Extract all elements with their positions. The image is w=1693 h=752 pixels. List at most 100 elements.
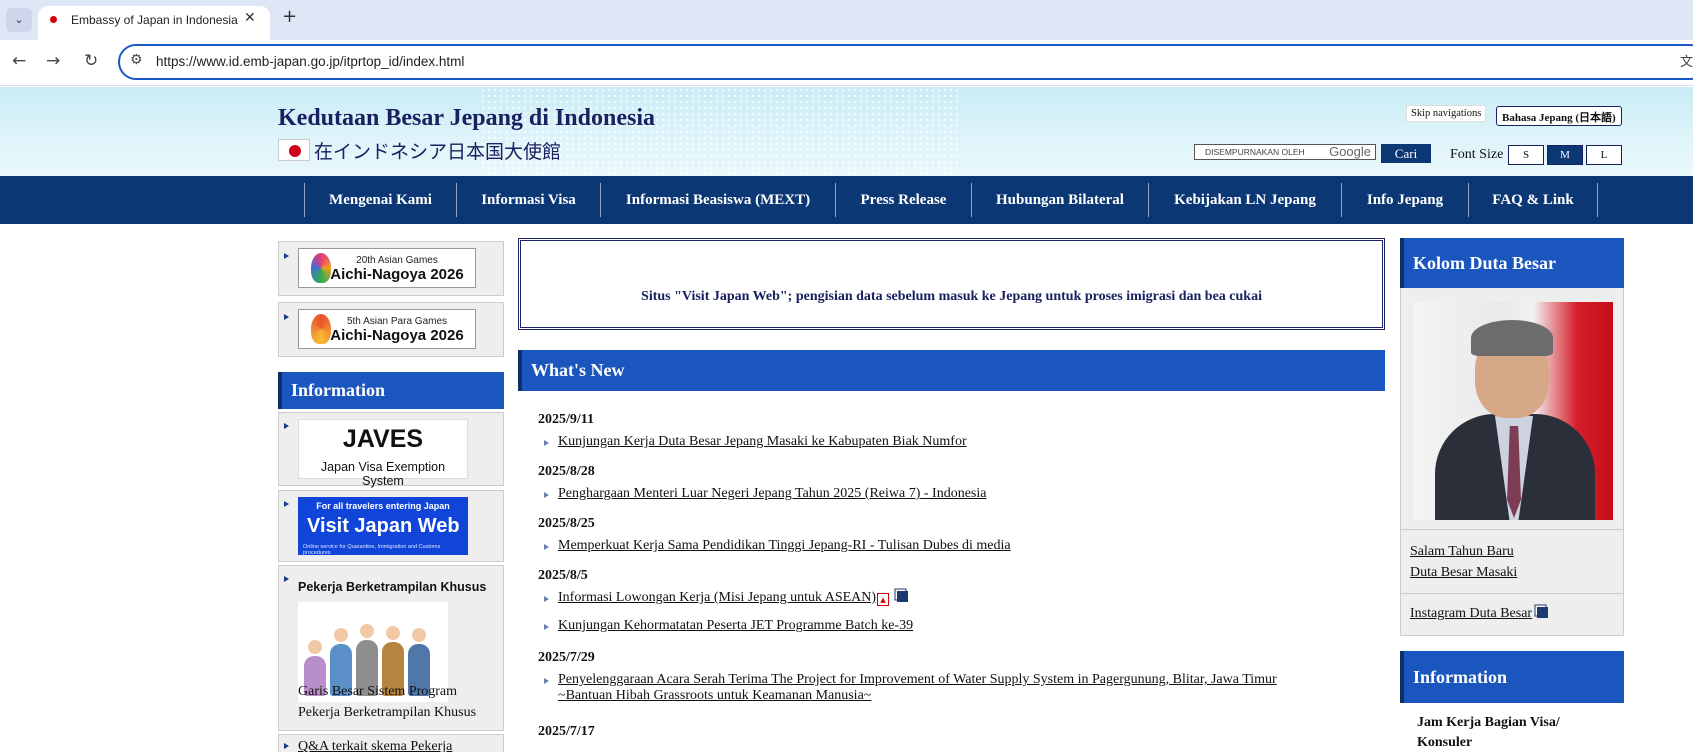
visa-hours-line1: Jam Kerja Bagian Visa/ bbox=[1417, 715, 1560, 730]
browser-tab[interactable]: Embassy of Japan in Indonesia ✕ bbox=[38, 6, 270, 40]
bullet-arrow-icon bbox=[284, 576, 289, 582]
main-navigation: Mengenai Kami Informasi Visa Informasi B… bbox=[0, 176, 1693, 224]
pdf-icon: ▲ bbox=[877, 593, 890, 606]
font-size-medium-button[interactable]: M bbox=[1547, 145, 1583, 165]
divider bbox=[1401, 593, 1623, 594]
nav-item-faq-link[interactable]: FAQ & Link bbox=[1469, 176, 1597, 224]
bullet-arrow-icon bbox=[284, 314, 289, 320]
close-icon[interactable]: ✕ bbox=[244, 10, 256, 26]
news-date: 2025/7/29 bbox=[538, 650, 595, 665]
external-link-icon bbox=[1537, 607, 1549, 618]
pekerja-title[interactable]: Pekerja Berketrampilan Khusus bbox=[298, 580, 486, 594]
banner-line1: 20th Asian Games bbox=[356, 255, 438, 266]
reload-icon[interactable]: ↻ bbox=[84, 51, 98, 71]
banner-line2: Aichi-Nagoya 2026 bbox=[330, 266, 464, 283]
link-line1: Salam Tahun Baru bbox=[1410, 544, 1514, 559]
visit-japan-web-notice[interactable]: Situs "Visit Japan Web"; pengisian data … bbox=[518, 238, 1385, 330]
instagram-link[interactable]: Instagram Duta Besar bbox=[1410, 606, 1549, 622]
forward-arrow-icon[interactable]: → bbox=[46, 51, 60, 71]
news-date: 2025/8/25 bbox=[538, 516, 595, 531]
language-button[interactable]: Bahasa Jepang (日本語) bbox=[1496, 106, 1622, 126]
news-link[interactable]: Penghargaan Menteri Luar Negeri Jepang T… bbox=[558, 486, 986, 502]
whats-new-heading: What's New bbox=[518, 350, 1385, 391]
bullet-arrow-icon bbox=[284, 743, 289, 749]
favicon-icon bbox=[50, 16, 57, 23]
banner-line1: 5th Asian Para Games bbox=[346, 316, 448, 327]
vjw-main-text: Visit Japan Web bbox=[307, 515, 460, 537]
plus-icon[interactable]: + bbox=[282, 6, 297, 27]
nav-item-info-jepang[interactable]: Info Jepang bbox=[1342, 176, 1468, 224]
qa-pekerja-box: Q&A terkait skema Pekerja bbox=[278, 734, 504, 752]
search-input[interactable]: DISEMPURNAKAN OLEH Google bbox=[1194, 144, 1376, 160]
news-date: 2025/7/17 bbox=[538, 724, 595, 739]
url-text: https://www.id.emb-japan.go.jp/itprtop_i… bbox=[156, 54, 465, 69]
external-link-icon bbox=[897, 591, 909, 602]
news-link-with-pdf[interactable]: Informasi Lowongan Kerja (Misi Jepang un… bbox=[558, 590, 909, 606]
visa-hours-line2: Konsuler bbox=[1417, 735, 1473, 750]
pekerja-caption[interactable]: Garis Besar Sistem Program Pekerja Berke… bbox=[298, 681, 476, 723]
bullet-arrow-icon bbox=[544, 440, 549, 446]
tab-search-button[interactable]: ⌄ bbox=[6, 8, 32, 32]
skip-navigation-link[interactable]: Skip navigations bbox=[1406, 105, 1487, 122]
news-link-line2: ~Bantuan Hibah Grassroots untuk Keamanan… bbox=[558, 688, 872, 703]
font-size-large-button[interactable]: L bbox=[1586, 145, 1622, 165]
tab-title: Embassy of Japan in Indonesia bbox=[71, 13, 238, 27]
notice-text: Situs "Visit Japan Web"; pengisian data … bbox=[641, 289, 1262, 304]
javes-banner-box: JAVES Japan Visa Exemption System bbox=[278, 412, 504, 488]
visa-hours-link[interactable]: Jam Kerja Bagian Visa/ Konsuler bbox=[1417, 713, 1560, 752]
left-information-heading: Information bbox=[278, 372, 504, 409]
bullet-arrow-icon bbox=[544, 492, 549, 498]
site-settings-icon[interactable]: ⚙ bbox=[130, 52, 143, 68]
ambassador-heading: Kolom Duta Besar bbox=[1400, 238, 1624, 288]
news-link[interactable]: Kunjungan Kehormatatan Peserta JET Progr… bbox=[558, 618, 913, 634]
url-input[interactable]: ⚙ https://www.id.emb-japan.go.jp/itprtop… bbox=[118, 44, 1693, 80]
site-subtitle-row: 在インドネシア日本国大使館 bbox=[278, 137, 561, 163]
news-link[interactable]: Kunjungan Kerja Duta Besar Jepang Masaki… bbox=[558, 434, 967, 450]
nav-item-kebijakan-ln-jepang[interactable]: Kebijakan LN Jepang bbox=[1149, 176, 1341, 224]
nav-item-informasi-beasiswa[interactable]: Informasi Beasiswa (MEXT) bbox=[601, 176, 835, 224]
back-arrow-icon[interactable]: ← bbox=[12, 51, 26, 71]
news-link-line1: Penyelenggaraan Acara Serah Terima The P… bbox=[558, 672, 1277, 687]
nav-item-press-release[interactable]: Press Release bbox=[836, 176, 971, 224]
nav-item-informasi-visa[interactable]: Informasi Visa bbox=[457, 176, 600, 224]
visit-japan-web-banner[interactable]: For all travelers entering Japan Visit J… bbox=[298, 497, 468, 556]
bullet-arrow-icon bbox=[544, 544, 549, 550]
nav-separator bbox=[1597, 183, 1598, 217]
link-line2: Duta Besar Masaki bbox=[1410, 565, 1518, 580]
news-link[interactable]: Memperkuat Kerja Sama Pendidikan Tinggi … bbox=[558, 538, 1011, 554]
search-button[interactable]: Cari bbox=[1381, 144, 1431, 163]
divider bbox=[1401, 529, 1623, 530]
pekerja-banner-box: Pekerja Berketrampilan Khusus Garis Besa… bbox=[278, 565, 504, 731]
vjw-bottom-text: Online service for Quarantine, Immigrati… bbox=[303, 544, 441, 556]
bullet-arrow-icon bbox=[284, 501, 289, 507]
asian-para-games-banner[interactable]: 5th Asian Para Games Aichi-Nagoya 2026 bbox=[298, 309, 476, 349]
javes-banner[interactable]: JAVES Japan Visa Exemption System bbox=[298, 419, 468, 488]
right-information-body: Jam Kerja Bagian Visa/ Konsuler bbox=[1400, 703, 1624, 752]
site-title[interactable]: Kedutaan Besar Jepang di Indonesia bbox=[278, 105, 655, 132]
pekerja-caption-line1: Garis Besar Sistem Program bbox=[298, 684, 458, 699]
search-placeholder: DISEMPURNAKAN OLEH bbox=[1205, 147, 1305, 157]
chevron-down-icon: ⌄ bbox=[14, 13, 24, 26]
nav-item-mengenai-kami[interactable]: Mengenai Kami bbox=[305, 176, 456, 224]
ambassador-photo[interactable] bbox=[1413, 302, 1613, 520]
font-size-small-button[interactable]: S bbox=[1508, 145, 1544, 165]
news-link-text: Informasi Lowongan Kerja (Misi Jepang un… bbox=[558, 590, 877, 605]
javes-subtitle: Japan Visa Exemption System bbox=[320, 460, 446, 488]
bullet-arrow-icon bbox=[544, 596, 549, 602]
qa-pekerja-link[interactable]: Q&A terkait skema Pekerja bbox=[298, 739, 452, 752]
translate-icon[interactable]: 文 bbox=[1680, 51, 1693, 70]
asian-games-banner-box: 20th Asian Games Aichi-Nagoya 2026 bbox=[278, 241, 504, 296]
asian-para-games-banner-box: 5th Asian Para Games Aichi-Nagoya 2026 bbox=[278, 302, 504, 357]
javes-title: JAVES bbox=[342, 425, 424, 453]
vjw-top-text: For all travelers entering Japan bbox=[316, 501, 450, 511]
font-size-label: Font Size bbox=[1450, 147, 1504, 162]
pekerja-caption-line2: Pekerja Berketrampilan Khusus bbox=[298, 705, 477, 720]
nav-item-hubungan-bilateral[interactable]: Hubungan Bilateral bbox=[972, 176, 1148, 224]
news-date: 2025/8/5 bbox=[538, 568, 588, 583]
news-link[interactable]: Penyelenggaraan Acara Serah Terima The P… bbox=[558, 672, 1277, 704]
instagram-link-text: Instagram Duta Besar bbox=[1410, 606, 1533, 621]
address-bar: ← → ↻ ⚙ https://www.id.emb-japan.go.jp/i… bbox=[0, 40, 1693, 86]
asian-games-banner[interactable]: 20th Asian Games Aichi-Nagoya 2026 bbox=[298, 248, 476, 288]
new-year-greeting-link[interactable]: Salam Tahun Baru Duta Besar Masaki bbox=[1410, 541, 1517, 583]
ambassador-column-box: Kolom Duta Besar Salam Tahun Baru Duta B… bbox=[1400, 238, 1624, 636]
